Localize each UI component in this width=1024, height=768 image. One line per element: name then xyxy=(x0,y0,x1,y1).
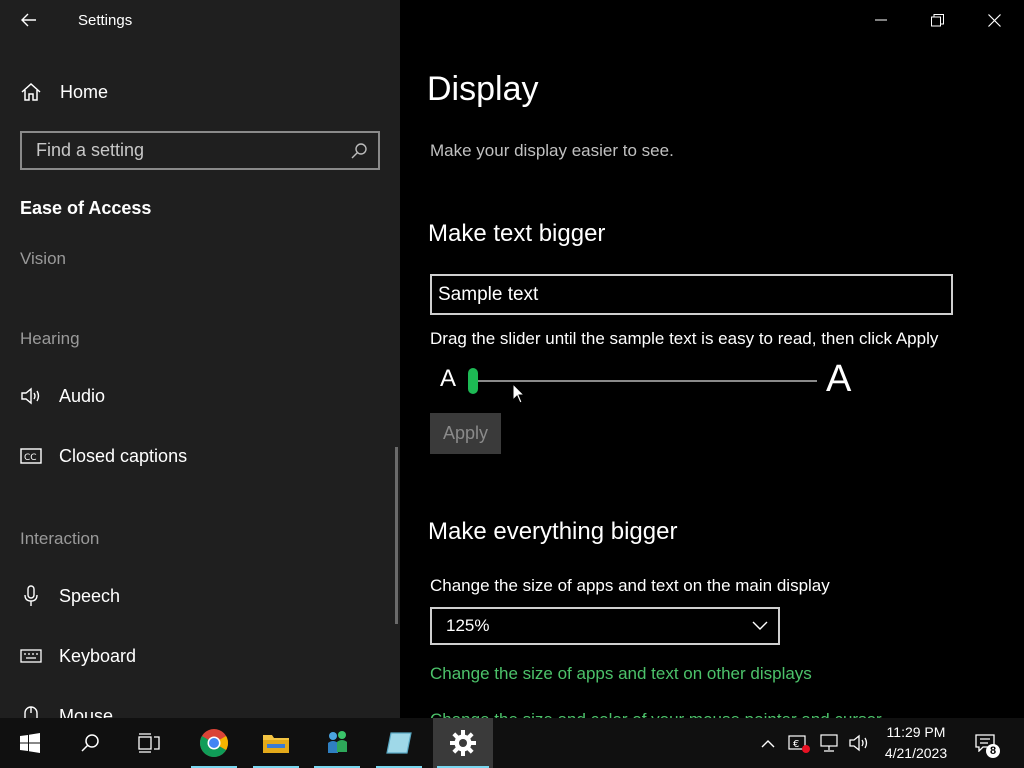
close-icon xyxy=(988,13,1001,27)
sidebar-item-mouse[interactable]: Mouse xyxy=(20,702,113,718)
scale-dropdown-value: 125% xyxy=(446,616,490,635)
minimize-button[interactable] xyxy=(852,0,909,40)
network-icon xyxy=(820,734,838,752)
restore-icon xyxy=(931,13,944,26)
sidebar-titlebar: Settings xyxy=(0,0,400,40)
home-label: Home xyxy=(60,81,109,102)
sidebar-item-label: Closed captions xyxy=(59,445,188,466)
speaker-icon xyxy=(20,387,42,405)
taskbar: € 11:29 PM 4/21/2023 xyxy=(0,718,1024,768)
slider-max-label: A xyxy=(826,358,852,400)
partial-link[interactable]: Change the size and color of your mouse … xyxy=(430,710,882,718)
sidebar-scrollbar[interactable] xyxy=(395,447,398,624)
home-icon xyxy=(21,82,41,101)
sidebar-item-keyboard[interactable]: Keyboard xyxy=(20,642,136,670)
page-subtitle: Make your display easier to see. xyxy=(430,141,674,160)
mouse-cursor-icon xyxy=(512,383,526,404)
volume-icon xyxy=(849,734,868,752)
svg-text:€: € xyxy=(793,739,799,750)
people-app-taskbar-button[interactable] xyxy=(310,718,364,768)
slider-thumb[interactable] xyxy=(468,368,478,394)
security-alert-icon: € xyxy=(788,735,810,753)
app-taskbar-button[interactable] xyxy=(372,718,426,768)
scale-dropdown[interactable]: 125% xyxy=(430,607,780,645)
file-explorer-taskbar-button[interactable] xyxy=(249,718,303,768)
home-nav-item[interactable]: Home xyxy=(20,78,108,106)
search-icon xyxy=(81,734,99,752)
app-icon xyxy=(386,732,412,754)
sample-text-preview: Sample text xyxy=(430,274,953,315)
text-size-instructions: Drag the slider until the sample text is… xyxy=(430,329,939,348)
group-vision: Vision xyxy=(20,249,66,268)
minimize-icon xyxy=(874,19,887,21)
group-interaction: Interaction xyxy=(20,529,100,548)
section-title: Ease of Access xyxy=(20,198,152,218)
task-view-icon xyxy=(138,733,160,753)
sidebar-item-label: Speech xyxy=(59,585,121,606)
search-field[interactable] xyxy=(20,131,380,170)
clock-time: 11:29 PM xyxy=(886,724,946,740)
settings-sidebar: Settings Home Ease of Access Vision Hear… xyxy=(0,0,400,718)
clock-date: 4/21/2023 xyxy=(884,745,948,761)
scale-description: Change the size of apps and text on the … xyxy=(430,576,830,595)
gear-icon xyxy=(450,730,476,756)
action-center-button[interactable] xyxy=(968,718,1002,768)
sidebar-item-closed-captions[interactable]: CC Closed captions xyxy=(20,442,187,470)
sidebar-item-label: Mouse xyxy=(59,705,114,719)
window-title: Settings xyxy=(78,11,133,29)
svg-text:CC: CC xyxy=(24,453,37,463)
notification-count-badge: 8 xyxy=(986,744,1000,758)
scale-heading: Make everything bigger xyxy=(428,518,678,545)
text-size-slider[interactable]: A A xyxy=(438,358,858,402)
other-displays-link[interactable]: Change the size of apps and text on othe… xyxy=(430,664,812,684)
taskbar-clock[interactable]: 11:29 PM 4/21/2023 xyxy=(873,722,959,764)
network-tray-button[interactable] xyxy=(816,718,842,768)
sidebar-item-label: Keyboard xyxy=(59,645,137,666)
people-icon xyxy=(328,731,347,753)
text-size-heading: Make text bigger xyxy=(428,220,606,247)
keyboard-icon xyxy=(20,649,42,663)
slider-min-label: A xyxy=(440,365,457,392)
apply-button[interactable]: Apply xyxy=(430,413,501,454)
security-tray-button[interactable]: € xyxy=(786,718,812,768)
microphone-icon xyxy=(20,585,42,607)
task-view-button[interactable] xyxy=(122,718,176,768)
chevron-down-icon xyxy=(752,621,768,630)
back-button[interactable] xyxy=(0,0,58,40)
closed-captions-icon: CC xyxy=(20,448,42,464)
show-hidden-icons-button[interactable] xyxy=(756,718,780,768)
main-content: Display Make your display easier to see.… xyxy=(400,0,1024,718)
sidebar-item-audio[interactable]: Audio xyxy=(20,382,105,410)
folder-icon xyxy=(263,735,289,753)
settings-taskbar-button[interactable] xyxy=(433,718,493,768)
sidebar-item-label: Audio xyxy=(59,385,106,406)
search-taskbar-button[interactable] xyxy=(63,718,117,768)
search-icon[interactable] xyxy=(340,142,378,160)
page-title: Display xyxy=(427,70,539,108)
start-button[interactable] xyxy=(3,718,57,768)
chrome-icon xyxy=(200,729,228,757)
windows-logo-icon xyxy=(20,733,40,753)
slider-track[interactable] xyxy=(472,380,817,382)
volume-tray-button[interactable] xyxy=(846,718,872,768)
back-arrow-icon xyxy=(21,13,36,27)
chevron-up-icon xyxy=(761,739,775,747)
mouse-icon xyxy=(20,706,42,718)
restore-button[interactable] xyxy=(909,0,966,40)
sidebar-item-speech[interactable]: Speech xyxy=(20,582,120,610)
close-button[interactable] xyxy=(966,0,1023,40)
search-input[interactable] xyxy=(22,140,340,161)
chrome-taskbar-button[interactable] xyxy=(187,718,241,768)
group-hearing: Hearing xyxy=(20,329,80,348)
